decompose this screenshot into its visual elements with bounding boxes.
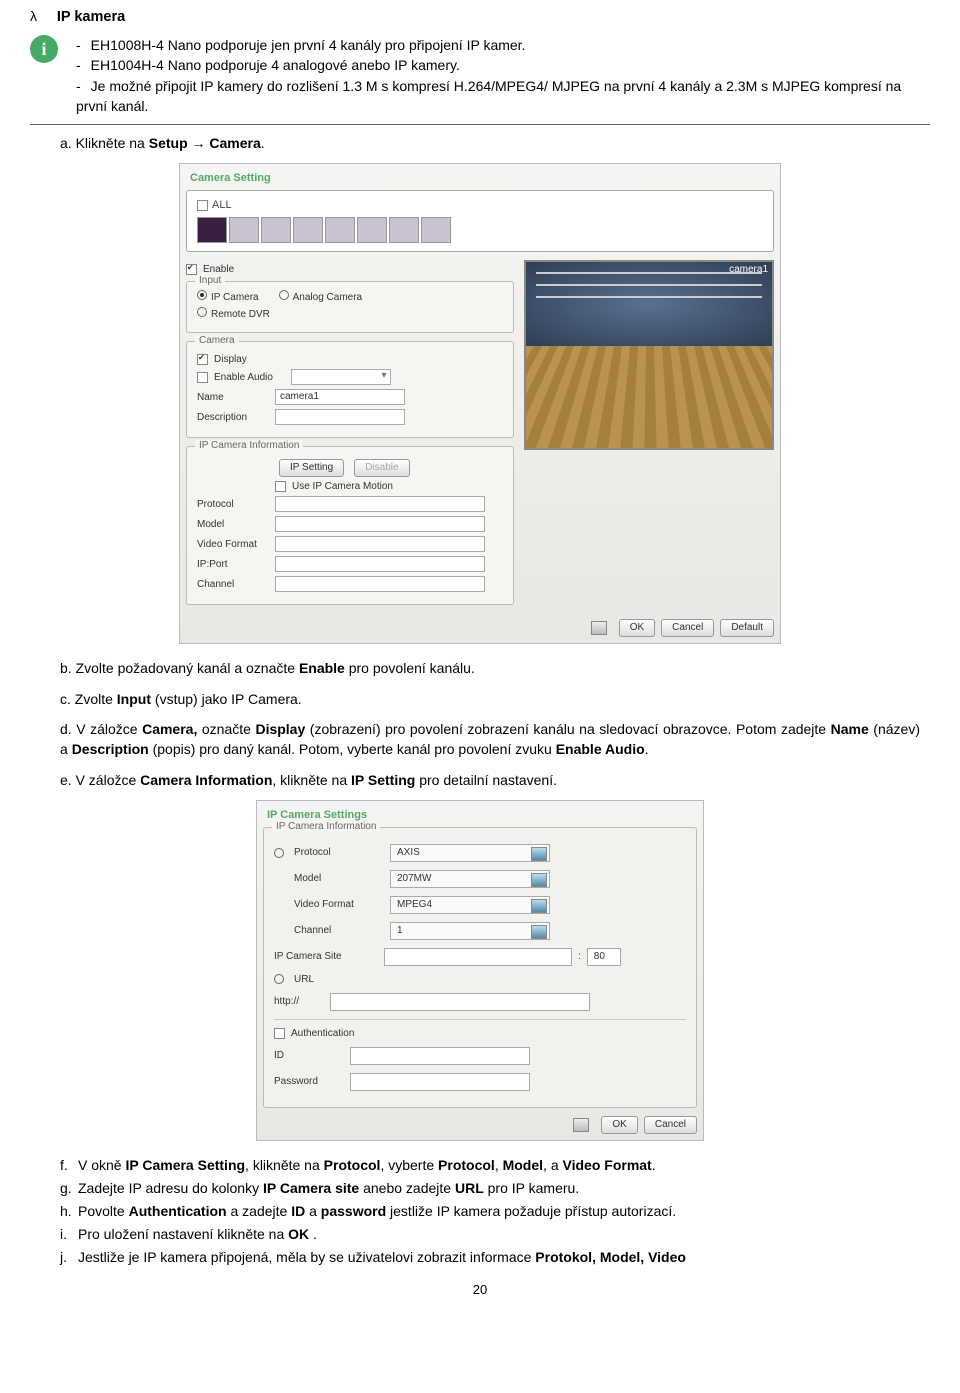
thumb[interactable]	[325, 217, 355, 243]
group-title: Camera	[195, 335, 239, 346]
lambda-icon: λ	[30, 8, 37, 24]
url-input[interactable]	[330, 993, 590, 1011]
step-c: c. Zvolte Input (vstup) jako IP Camera.	[60, 689, 930, 709]
name-input[interactable]: camera1	[275, 389, 405, 405]
id-input[interactable]	[350, 1047, 530, 1065]
audio-dropdown[interactable]	[291, 369, 391, 385]
info-line: EH1004H-4 Nano podporuje 4 analogové ane…	[91, 57, 460, 73]
steps-fghij: f.V okně IP Camera Setting, klikněte na …	[60, 1155, 930, 1268]
thumb[interactable]	[229, 217, 259, 243]
section-title: IP kamera	[57, 9, 125, 25]
thumb[interactable]	[261, 217, 291, 243]
radio-ipcamera[interactable]	[197, 290, 207, 300]
camera-setting-screenshot: Camera Setting ALL Enable Input	[179, 163, 781, 644]
all-checkbox-row[interactable]: ALL	[197, 199, 763, 211]
model-dropdown[interactable]: 207MW▾	[390, 870, 550, 888]
group-title: Input	[195, 275, 225, 286]
save-icon[interactable]	[591, 621, 607, 635]
enable-checkbox[interactable]	[186, 264, 197, 275]
channel-field[interactable]	[275, 576, 485, 592]
step-a: a. Klikněte na Setup → Camera.	[60, 133, 930, 153]
step-e: e. V záložce Camera Information, kliknět…	[60, 770, 930, 790]
page-number: 20	[30, 1282, 930, 1297]
step-b: b. Zvolte požadovaný kanál a označte Ena…	[60, 658, 930, 678]
videoformat-field[interactable]	[275, 536, 485, 552]
group-title: IP Camera Information	[272, 821, 380, 832]
section-header: λ IP kamera	[30, 8, 930, 25]
preview-label: camera1	[729, 264, 768, 275]
protocol-radio[interactable]	[274, 848, 284, 858]
info-callout: i -EH1008H-4 Nano podporuje jen první 4 …	[30, 35, 930, 116]
cancel-button[interactable]: Cancel	[644, 1116, 697, 1134]
enable-label: Enable	[203, 264, 234, 275]
input-group: Input IP Camera Analog Camera Remote DVR	[186, 281, 514, 333]
default-button[interactable]: Default	[720, 619, 774, 637]
ok-button[interactable]: OK	[619, 619, 655, 637]
video-dropdown[interactable]: MPEG4▾	[390, 896, 550, 914]
thumb[interactable]	[197, 217, 227, 243]
auth-checkbox[interactable]	[274, 1028, 285, 1039]
ip-camera-settings-screenshot: IP Camera Settings IP Camera Information…	[256, 800, 704, 1141]
save-icon[interactable]	[573, 1118, 589, 1132]
ip-camera-info-group: IP Camera Information IP Setting Disable…	[186, 446, 514, 605]
description-input[interactable]	[275, 409, 405, 425]
disable-button[interactable]: Disable	[354, 459, 409, 477]
thumb[interactable]	[389, 217, 419, 243]
info-list: -EH1008H-4 Nano podporuje jen první 4 ka…	[76, 35, 930, 116]
info-line: EH1008H-4 Nano podporuje jen první 4 kan…	[91, 37, 526, 53]
display-checkbox[interactable]	[197, 354, 208, 365]
cancel-button[interactable]: Cancel	[661, 619, 714, 637]
model-field[interactable]	[275, 516, 485, 532]
ip-setting-button[interactable]: IP Setting	[279, 459, 344, 477]
protocol-dropdown[interactable]: AXIS▾	[390, 844, 550, 862]
ip-input[interactable]	[384, 948, 572, 966]
thumb[interactable]	[357, 217, 387, 243]
protocol-field[interactable]	[275, 496, 485, 512]
thumb[interactable]	[421, 217, 451, 243]
enable-audio-checkbox[interactable]	[197, 372, 208, 383]
camera-preview: camera1	[524, 260, 774, 450]
thumb[interactable]	[293, 217, 323, 243]
use-motion-checkbox[interactable]	[275, 481, 286, 492]
step-d: d. V záložce Camera, označte Display (zo…	[60, 719, 920, 760]
ok-button[interactable]: OK	[601, 1116, 637, 1134]
info-line: Je možné připojit IP kamery do rozlišení…	[76, 78, 901, 114]
checkbox-icon[interactable]	[197, 200, 208, 211]
port-input[interactable]: 80	[587, 948, 621, 966]
password-input[interactable]	[350, 1073, 530, 1091]
panel-title: Camera Setting	[190, 172, 774, 184]
panel-title: IP Camera Settings	[267, 809, 697, 821]
channel-thumbs[interactable]	[197, 217, 763, 243]
camera-group: Camera Display Enable Audio Namecamera1 …	[186, 341, 514, 438]
divider	[30, 124, 930, 125]
radio-analog[interactable]	[279, 290, 289, 300]
info-icon: i	[30, 35, 58, 63]
ipport-field[interactable]	[275, 556, 485, 572]
url-radio[interactable]	[274, 974, 284, 984]
radio-remotedvr[interactable]	[197, 307, 207, 317]
channel-dropdown[interactable]: 1▾	[390, 922, 550, 940]
group-title: IP Camera Information	[195, 440, 303, 451]
